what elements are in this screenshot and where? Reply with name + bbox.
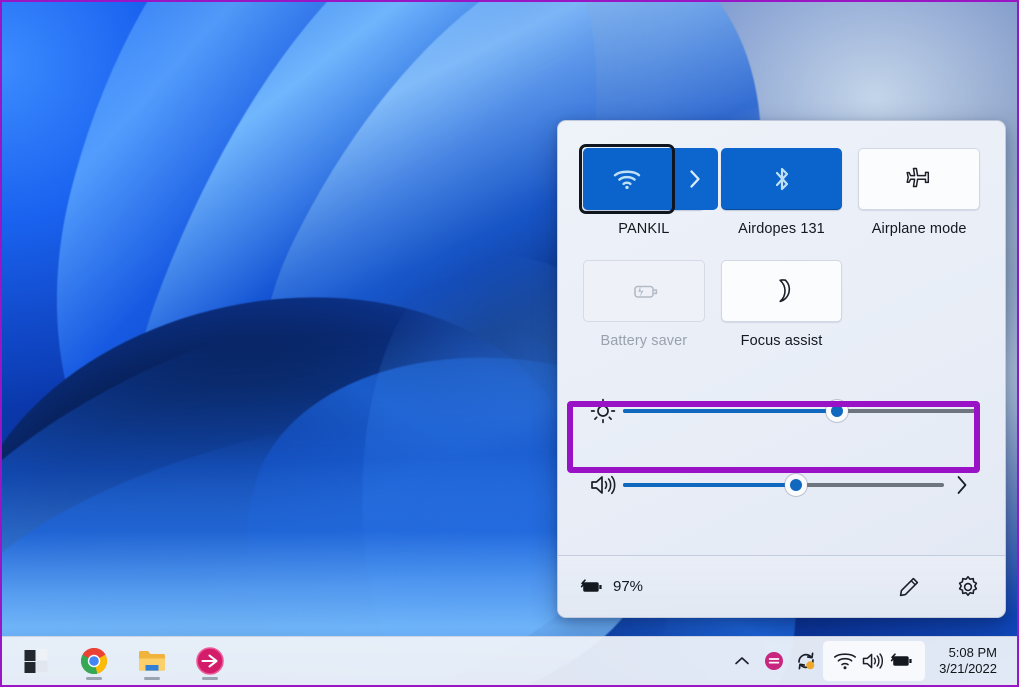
- quick-tile-wifi[interactable]: [583, 148, 705, 210]
- running-indicator: [86, 677, 102, 680]
- chevron-up-icon: [733, 654, 751, 668]
- taskbar-app-pink-app[interactable]: [188, 641, 232, 682]
- running-indicator: [144, 677, 160, 680]
- tray-status-group[interactable]: [823, 641, 925, 681]
- volume-slider-row: [583, 461, 980, 509]
- brightness-icon: [583, 398, 623, 424]
- tile-row: PANKIL Airdopes 131: [583, 148, 980, 237]
- battery-saver-icon: [628, 280, 660, 302]
- volume-slider[interactable]: [623, 469, 944, 501]
- file-explorer-icon: [137, 648, 167, 674]
- brightness-slider-row: [583, 387, 980, 435]
- tray-icon-magenta-badge[interactable]: [759, 641, 789, 681]
- taskbar-clock[interactable]: 5:08 PM 3/21/2022: [935, 643, 1005, 679]
- quick-settings-tiles: PANKIL Airdopes 131: [558, 121, 1005, 509]
- quick-tile-battery-saver[interactable]: [583, 260, 705, 322]
- tile-cell-empty: [858, 260, 980, 349]
- gear-icon: [956, 575, 980, 599]
- quick-tile-label-battery-saver: Battery saver: [583, 333, 705, 349]
- pink-app-icon: [196, 647, 224, 675]
- quick-tile-label-focus-assist: Focus assist: [721, 333, 843, 349]
- brightness-slider-track[interactable]: [623, 409, 980, 413]
- running-indicator: [202, 677, 218, 680]
- speaker-icon: [583, 473, 623, 497]
- taskbar: 5:08 PM 3/21/2022: [2, 636, 1017, 685]
- battery-status: 97%: [579, 578, 643, 596]
- quick-tile-label-wifi: PANKIL: [583, 221, 705, 237]
- taskbar-app-chrome[interactable]: [72, 641, 116, 682]
- magenta-circle-icon: [764, 651, 784, 671]
- taskbar-app-file-explorer[interactable]: [130, 641, 174, 682]
- tile-row: Battery saver Focus assist: [583, 260, 980, 349]
- open-settings-button[interactable]: [952, 571, 984, 603]
- google-chrome-icon: [80, 647, 108, 675]
- wifi-expand-button[interactable]: [672, 148, 718, 210]
- chevron-right-icon: [689, 169, 701, 189]
- battery-charging-icon: [579, 578, 605, 596]
- volume-slider-fill: [623, 483, 796, 487]
- desktop-screen: PANKIL Airdopes 131: [0, 0, 1019, 687]
- wifi-icon[interactable]: [833, 651, 857, 671]
- windows-logo-icon: [23, 648, 49, 674]
- brightness-slider[interactable]: [623, 395, 980, 427]
- quick-settings-sliders: [583, 387, 980, 509]
- system-tray: 5:08 PM 3/21/2022: [727, 637, 1017, 685]
- quick-tile-label-bluetooth: Airdopes 131: [721, 221, 843, 237]
- volume-slider-thumb[interactable]: [785, 474, 807, 496]
- quick-settings-panel: PANKIL Airdopes 131: [557, 120, 1006, 618]
- battery-charging-icon[interactable]: [889, 652, 915, 670]
- brightness-slider-thumb[interactable]: [826, 400, 848, 422]
- clock-time: 5:08 PM: [939, 645, 997, 661]
- tile-cell-bluetooth: Airdopes 131: [721, 148, 843, 237]
- tray-icon-sync[interactable]: [791, 641, 821, 681]
- start-button[interactable]: [14, 641, 58, 682]
- bluetooth-icon: [772, 165, 792, 193]
- moon-icon: [769, 277, 795, 305]
- volume-expand-button[interactable]: [944, 474, 980, 496]
- speaker-icon[interactable]: [861, 651, 885, 671]
- brightness-slider-fill: [623, 409, 837, 413]
- airplane-icon: [904, 165, 934, 193]
- edit-quick-settings-button[interactable]: [893, 571, 925, 603]
- quick-settings-footer: 97%: [558, 555, 1005, 617]
- volume-slider-track[interactable]: [623, 483, 944, 487]
- wifi-toggle-button[interactable]: [583, 148, 671, 210]
- clock-date: 3/21/2022: [939, 661, 997, 677]
- pencil-icon: [897, 575, 921, 599]
- battery-percent-label: 97%: [613, 578, 643, 595]
- tile-cell-focus-assist: Focus assist: [721, 260, 843, 349]
- quick-tile-bluetooth[interactable]: [721, 148, 843, 210]
- footer-actions: [893, 571, 984, 603]
- tile-cell-wifi: PANKIL: [583, 148, 705, 237]
- tile-cell-battery-saver: Battery saver: [583, 260, 705, 349]
- show-hidden-icons-button[interactable]: [727, 641, 757, 681]
- taskbar-app-list: [2, 641, 232, 682]
- wifi-icon: [613, 169, 641, 190]
- tile-cell-airplane-mode: Airplane mode: [858, 148, 980, 237]
- sync-refresh-icon: [795, 650, 817, 672]
- quick-tile-label-airplane-mode: Airplane mode: [858, 221, 980, 237]
- chevron-right-icon: [955, 474, 969, 496]
- quick-tile-focus-assist[interactable]: [721, 260, 843, 322]
- quick-tile-airplane-mode[interactable]: [858, 148, 980, 210]
